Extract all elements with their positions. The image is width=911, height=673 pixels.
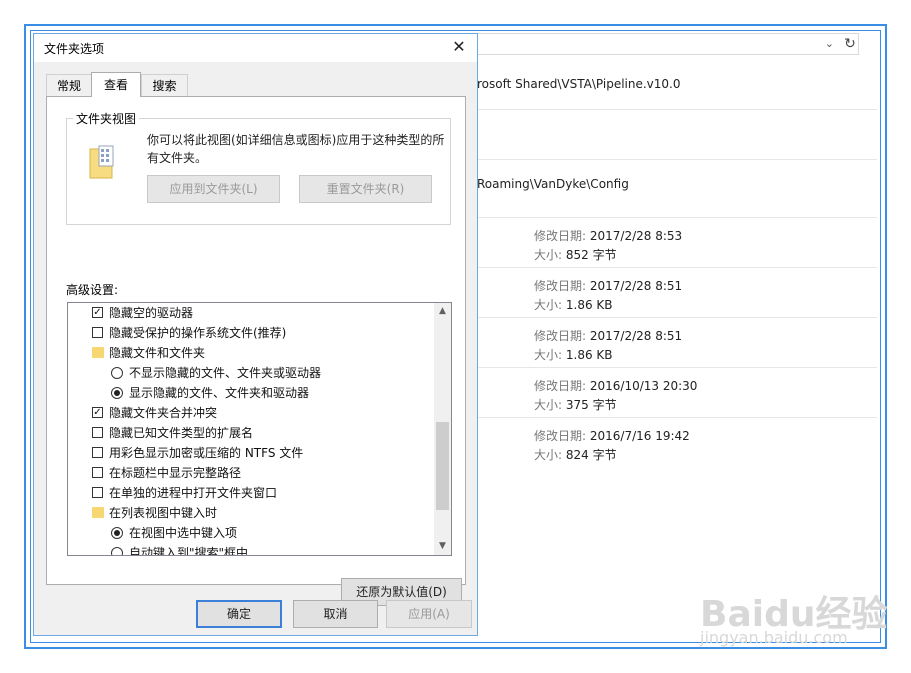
modified-value: 2017/2/28 8:53	[589, 229, 683, 243]
apply-to-folders-button[interactable]: 应用到文件夹(L)	[147, 175, 280, 203]
item-label: 隐藏文件夹合并冲突	[109, 406, 218, 420]
item-label: 隐藏受保护的操作系统文件(推荐)	[109, 326, 287, 340]
size-value: 852 字节	[565, 248, 617, 262]
item-label: 隐藏文件和文件夹	[109, 346, 206, 360]
folder-view-group: 文件夹视图 你可以将此视图(如详细信息或图标)应用于这种类型的所有文件夹。 应用…	[66, 110, 451, 225]
folder-view-description: 你可以将此视图(如详细信息或图标)应用于这种类型的所有文件夹。	[147, 133, 445, 165]
scrollbar-thumb[interactable]	[436, 422, 449, 510]
list-item[interactable]: 修改日期: 2017/2/28 8:53 大小: 852 字节	[474, 218, 877, 268]
scroll-up-icon[interactable]: ▲	[434, 303, 451, 320]
item-label: 隐藏已知文件类型的扩展名	[109, 426, 254, 440]
list-item[interactable]: 显示隐藏的文件、文件夹和驱动器	[72, 383, 309, 403]
reset-folders-button[interactable]: 重置文件夹(R)	[299, 175, 432, 203]
item-label: 显示隐藏的文件、文件夹和驱动器	[129, 386, 310, 400]
tab-search[interactable]: 搜索	[141, 74, 188, 96]
checkbox[interactable]	[92, 487, 103, 498]
modified-value: 2016/10/13 20:30	[589, 379, 698, 393]
modified-label: 修改日期:	[534, 279, 587, 293]
list-item[interactable]: 在视图中选中键入项	[72, 523, 237, 543]
list-item: 隐藏文件和文件夹	[72, 343, 205, 363]
vertical-scrollbar[interactable]: ▲ ▼	[434, 303, 451, 555]
size-label: 大小:	[534, 348, 563, 362]
chevron-down-icon[interactable]: ⌄	[825, 37, 834, 50]
dialog-title: 文件夹选项	[44, 42, 105, 56]
list-item: 在列表视图中键入时	[72, 503, 217, 523]
list-item[interactable]: 修改日期: 2016/7/16 19:42 大小: 824 字节	[474, 418, 877, 468]
list-item[interactable]: ✓ 隐藏文件夹合并冲突	[72, 403, 217, 423]
size-label: 大小:	[534, 448, 563, 462]
list-item[interactable]: rosoft Shared\VSTA\Pipeline.v10.0	[474, 60, 877, 110]
title-bar[interactable]: 文件夹选项 ✕	[34, 34, 477, 62]
advanced-settings-list[interactable]: ✓ 隐藏空的驱动器 隐藏受保护的操作系统文件(推荐) 隐藏文件和文件夹 不显示隐…	[67, 302, 452, 556]
modified-value: 2017/2/28 8:51	[589, 329, 683, 343]
group-title: 文件夹视图	[73, 110, 140, 127]
list-item[interactable]: ✓ 隐藏空的驱动器	[72, 303, 193, 323]
list-item[interactable]: 修改日期: 2017/2/28 8:51 大小: 1.86 KB	[474, 318, 877, 368]
folder-icon	[92, 347, 104, 358]
size-value: 1.86 KB	[565, 298, 613, 312]
item-label: 自动键入到"搜索"框中	[129, 546, 249, 556]
list-item[interactable]: 在标题栏中显示完整路径	[72, 463, 241, 483]
radio-button[interactable]	[111, 367, 123, 379]
folder-view-icon	[89, 145, 114, 179]
modified-label: 修改日期:	[534, 379, 587, 393]
list-item[interactable]	[474, 110, 877, 160]
checkbox-checked[interactable]: ✓	[92, 407, 103, 418]
size-value: 824 字节	[565, 448, 617, 462]
radio-button-selected[interactable]	[111, 387, 123, 399]
checkbox[interactable]	[92, 327, 103, 338]
modified-label: 修改日期:	[534, 229, 587, 243]
list-item[interactable]: 自动键入到"搜索"框中	[72, 543, 249, 556]
checkbox[interactable]	[92, 467, 103, 478]
list-item[interactable]: 修改日期: 2017/2/28 8:51 大小: 1.86 KB	[474, 268, 877, 318]
address-bar[interactable]: ⌄	[476, 33, 859, 55]
close-icon[interactable]: ✕	[449, 36, 469, 58]
list-item[interactable]: 修改日期: 2016/10/13 20:30 大小: 375 字节	[474, 368, 877, 418]
size-value: 1.86 KB	[565, 348, 613, 362]
item-label: 在单独的进程中打开文件夹窗口	[109, 486, 278, 500]
modified-label: 修改日期:	[534, 329, 587, 343]
modified-label: 修改日期:	[534, 429, 587, 443]
list-item[interactable]: 隐藏受保护的操作系统文件(推荐)	[72, 323, 286, 343]
checkbox[interactable]	[92, 447, 103, 458]
folder-icon	[92, 507, 104, 518]
size-label: 大小:	[534, 398, 563, 412]
list-item[interactable]: Roaming\VanDyke\Config	[474, 168, 877, 218]
watermark-url: jingyan.baidu.com	[700, 628, 848, 647]
file-path: rosoft Shared\VSTA\Pipeline.v10.0	[477, 77, 681, 91]
apply-button[interactable]: 应用(A)	[386, 600, 472, 628]
size-label: 大小:	[534, 248, 563, 262]
item-label: 在列表视图中键入时	[109, 506, 218, 520]
list-item[interactable]: 在单独的进程中打开文件夹窗口	[72, 483, 277, 503]
item-label: 在标题栏中显示完整路径	[109, 466, 242, 480]
modified-value: 2016/7/16 19:42	[589, 429, 690, 443]
list-item[interactable]: 隐藏已知文件类型的扩展名	[72, 423, 253, 443]
size-label: 大小:	[534, 298, 563, 312]
tab-general[interactable]: 常规	[46, 74, 92, 96]
size-value: 375 字节	[565, 398, 617, 412]
refresh-icon[interactable]: ↻	[841, 34, 859, 54]
item-label: 在视图中选中键入项	[129, 526, 238, 540]
list-item[interactable]: 不显示隐藏的文件、文件夹或驱动器	[72, 363, 321, 383]
modified-value: 2017/2/28 8:51	[589, 279, 683, 293]
item-label: 不显示隐藏的文件、文件夹或驱动器	[129, 366, 322, 380]
folder-options-dialog: 文件夹选项 ✕ 常规 查看 搜索 文件夹视图 你可以将此视图(如详细信息或图标)…	[33, 33, 478, 636]
radio-button[interactable]	[111, 547, 123, 555]
checkbox[interactable]	[92, 427, 103, 438]
scroll-down-icon[interactable]: ▼	[434, 538, 451, 555]
checkbox-checked[interactable]: ✓	[92, 307, 103, 318]
tab-view[interactable]: 查看	[91, 72, 141, 97]
item-label: 用彩色显示加密或压缩的 NTFS 文件	[109, 446, 304, 460]
radio-button-selected[interactable]	[111, 527, 123, 539]
list-item[interactable]: 用彩色显示加密或压缩的 NTFS 文件	[72, 443, 303, 463]
advanced-settings-label: 高级设置:	[66, 283, 119, 297]
cancel-button[interactable]: 取消	[293, 600, 378, 628]
view-tab-panel: 文件夹视图 你可以将此视图(如详细信息或图标)应用于这种类型的所有文件夹。 应用…	[46, 96, 466, 606]
ok-button[interactable]: 确定	[196, 600, 282, 628]
file-path: Roaming\VanDyke\Config	[477, 177, 629, 191]
item-label: 隐藏空的驱动器	[109, 306, 194, 320]
